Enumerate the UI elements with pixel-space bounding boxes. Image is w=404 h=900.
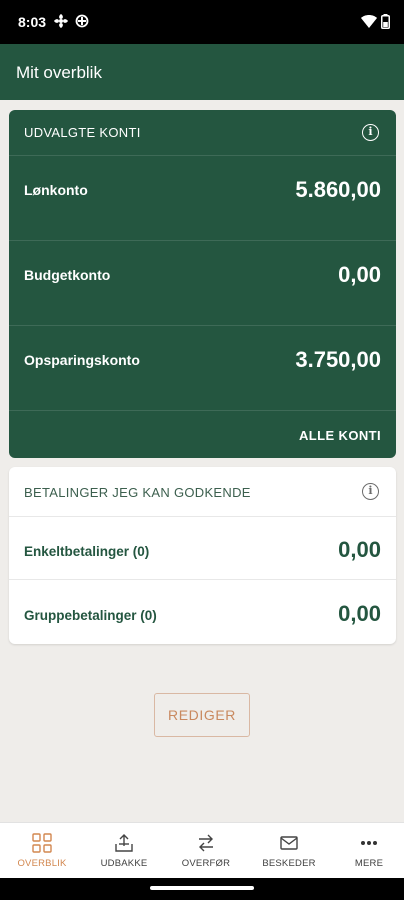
info-icon[interactable]: i xyxy=(362,124,379,141)
nav-item-outbox[interactable]: UDBAKKE xyxy=(84,823,164,879)
account-balance: 3.750,00 xyxy=(295,347,381,372)
all-accounts-link[interactable]: ALLE KONTI xyxy=(299,428,381,443)
selected-accounts-card: UDVALGTE KONTI i Lønkonto 5.860,00 Budge… xyxy=(9,110,396,458)
divider xyxy=(9,516,396,517)
account-name: Budgetkonto xyxy=(24,267,111,283)
target-icon xyxy=(75,14,89,28)
payment-value: 0,00 xyxy=(338,601,381,626)
gesture-bar xyxy=(0,878,404,900)
nav-item-overview[interactable]: OVERBLIK xyxy=(2,823,82,879)
nav-label: OVERBLIK xyxy=(17,858,67,869)
outbox-icon xyxy=(115,834,133,852)
divider xyxy=(9,579,396,580)
page-title: Mit overblik xyxy=(16,63,102,82)
account-name: Opsparingskonto xyxy=(24,352,140,368)
transfer-icon xyxy=(199,834,213,852)
wifi-icon xyxy=(361,15,377,28)
bottom-navigation: OVERBLIK UDBAKKE OVERFØR BESKEDER MERE xyxy=(0,822,404,878)
more-icon xyxy=(361,841,377,845)
selected-accounts-header: UDVALGTE KONTI xyxy=(24,125,141,140)
nav-label: OVERFØR xyxy=(181,858,231,869)
divider xyxy=(9,325,396,326)
payment-name: Enkeltbetalinger (0) xyxy=(24,544,150,559)
nav-item-more[interactable]: MERE xyxy=(329,823,404,879)
status-time: 8:03 xyxy=(18,14,47,30)
nav-label: UDBAKKE xyxy=(100,858,148,869)
payments-to-approve-card: BETALINGER JEG KAN GODKENDE i Enkeltbeta… xyxy=(9,467,396,644)
account-balance: 5.860,00 xyxy=(295,177,381,202)
battery-icon xyxy=(381,14,390,29)
home-indicator[interactable] xyxy=(150,886,254,890)
nav-label: MERE xyxy=(354,858,384,869)
divider xyxy=(9,240,396,241)
app-bar: Mit overblik xyxy=(0,44,404,100)
nav-item-transfer[interactable]: OVERFØR xyxy=(166,823,246,879)
account-balance: 0,00 xyxy=(338,262,381,287)
status-bar: 8:03 xyxy=(0,0,404,44)
payments-header: BETALINGER JEG KAN GODKENDE xyxy=(24,485,251,500)
divider xyxy=(9,155,396,156)
info-icon[interactable]: i xyxy=(362,483,379,500)
account-name: Lønkonto xyxy=(24,182,88,198)
fan-icon xyxy=(54,14,68,28)
payment-name: Gruppebetalinger (0) xyxy=(24,608,157,623)
nav-item-messages[interactable]: BESKEDER xyxy=(249,823,329,879)
divider xyxy=(9,410,396,411)
payment-value: 0,00 xyxy=(338,537,381,562)
mail-icon xyxy=(280,836,298,850)
edit-button[interactable]: REDIGER xyxy=(154,693,250,737)
grid-icon xyxy=(32,833,52,853)
nav-label: BESKEDER xyxy=(262,858,316,869)
